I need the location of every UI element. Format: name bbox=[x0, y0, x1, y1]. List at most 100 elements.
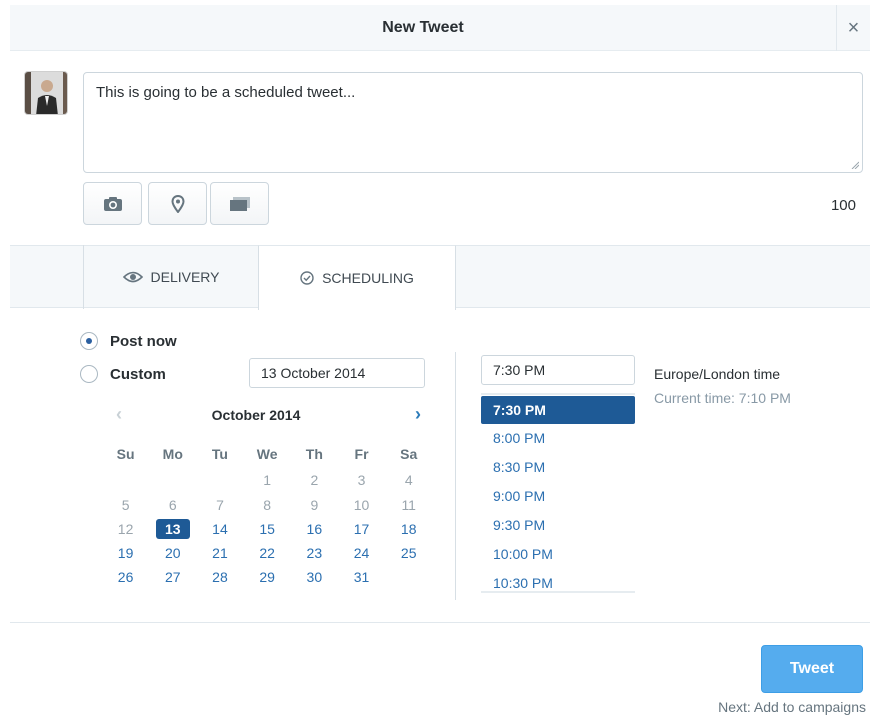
calendar-day[interactable]: 17 bbox=[338, 519, 385, 539]
calendar-day-number: 23 bbox=[306, 545, 323, 561]
custom-option[interactable]: Custom bbox=[80, 365, 166, 383]
previous-month-icon[interactable]: ‹ bbox=[116, 402, 122, 426]
calendar-week-row: 19 20 21 22 23 24 25 bbox=[102, 543, 432, 563]
calendar-day-number: 20 bbox=[164, 545, 181, 561]
calendar-day-number: 5 bbox=[121, 497, 130, 513]
calendar-day-number: 6 bbox=[168, 497, 177, 513]
calendar-day-number: 24 bbox=[353, 545, 370, 561]
calendar-day[interactable]: 15 bbox=[244, 519, 291, 539]
calendar-day-number: 28 bbox=[212, 569, 228, 585]
calendar-month-title: October 2014 bbox=[211, 407, 301, 423]
calendar-day[interactable]: 27 bbox=[149, 567, 196, 587]
calendar-day bbox=[102, 470, 149, 490]
dialog-title: New Tweet bbox=[382, 19, 464, 36]
post-now-radio[interactable] bbox=[80, 332, 98, 350]
post-now-option[interactable]: Post now bbox=[80, 332, 177, 350]
calendar-day[interactable]: 31 bbox=[338, 567, 385, 587]
calendar-day[interactable]: 16 bbox=[291, 519, 338, 539]
time-option[interactable]: 8:30 PM bbox=[481, 453, 635, 482]
custom-radio[interactable] bbox=[80, 365, 98, 383]
next-month-icon[interactable]: › bbox=[415, 402, 421, 426]
tweet-button[interactable]: Tweet bbox=[761, 645, 863, 693]
calendar-day: 5 bbox=[102, 495, 149, 515]
calendar-day: 6 bbox=[149, 495, 196, 515]
weekday-label: Tu bbox=[211, 446, 228, 462]
calendar-weekday-row: Su Mo Tu We Th Fr Sa bbox=[102, 444, 432, 464]
time-option[interactable]: 9:00 PM bbox=[481, 482, 635, 511]
calendar-day-number: 21 bbox=[212, 545, 228, 561]
character-count: 100 bbox=[830, 197, 856, 214]
add-location-button[interactable] bbox=[148, 182, 207, 225]
calendar-day-number: 15 bbox=[259, 521, 275, 537]
calendar-day[interactable]: 22 bbox=[244, 543, 291, 563]
location-pin-icon bbox=[170, 194, 185, 213]
calendar-day bbox=[385, 567, 432, 587]
calendar-day-number: 10 bbox=[353, 497, 370, 513]
calendar-day[interactable]: 29 bbox=[244, 567, 291, 587]
post-now-label: Post now bbox=[110, 332, 177, 350]
calendar-day-number: 30 bbox=[306, 569, 323, 585]
date-field[interactable]: 13 October 2014 bbox=[249, 358, 425, 388]
weekday-label: Th bbox=[305, 446, 323, 462]
footer-divider bbox=[10, 622, 870, 623]
clock-check-icon bbox=[300, 271, 314, 285]
time-option[interactable]: 8:00 PM bbox=[481, 424, 635, 453]
calendar-week-row: 26 27 28 29 30 31 bbox=[102, 567, 432, 587]
weekday-label: Su bbox=[116, 446, 135, 462]
calendar-day[interactable]: 26 bbox=[102, 567, 149, 587]
calendar-day-number: 22 bbox=[259, 545, 275, 561]
calendar-day-number: 26 bbox=[117, 569, 134, 585]
calendar-day[interactable]: 24 bbox=[338, 543, 385, 563]
weekday-label: Fr bbox=[354, 446, 369, 462]
calendar-day-number: 14 bbox=[212, 521, 228, 537]
tab-scheduling[interactable]: SCHEDULING bbox=[258, 245, 456, 310]
tab-delivery[interactable]: DELIVERY bbox=[83, 245, 259, 309]
calendar-day-number: 9 bbox=[310, 497, 319, 513]
tab-delivery-label: DELIVERY bbox=[150, 269, 220, 285]
calendar-week-row: 1 2 3 4 bbox=[102, 470, 432, 490]
close-icon[interactable]: × bbox=[836, 5, 870, 51]
custom-label: Custom bbox=[110, 365, 166, 383]
calendar-day-number: 3 bbox=[357, 472, 366, 488]
camera-icon bbox=[103, 196, 122, 211]
time-field[interactable]: 7:30 PM bbox=[481, 355, 635, 385]
cards-icon bbox=[229, 196, 250, 211]
calendar-day[interactable]: 23 bbox=[291, 543, 338, 563]
calendar-day-number: 11 bbox=[401, 497, 416, 513]
tweet-textarea[interactable]: This is going to be a scheduled tweet... bbox=[83, 72, 863, 173]
user-photo-icon bbox=[25, 72, 67, 114]
calendar-day-number: 18 bbox=[400, 521, 417, 537]
add-card-button[interactable] bbox=[210, 182, 269, 225]
tab-scheduling-label: SCHEDULING bbox=[322, 270, 414, 286]
calendar-day-number: 31 bbox=[353, 569, 370, 585]
calendar-day[interactable]: 20 bbox=[149, 543, 196, 563]
calendar-day[interactable]: 21 bbox=[196, 543, 243, 563]
time-option[interactable]: 10:30 PM bbox=[481, 569, 635, 591]
calendar-day-number: 17 bbox=[353, 521, 370, 537]
time-options-list[interactable]: 7:30 PM 8:00 PM 8:30 PM 9:00 PM 9:30 PM 10:00… bbox=[481, 393, 635, 593]
calendar-day: 9 bbox=[291, 495, 338, 515]
calendar-day-selected[interactable]: 13 bbox=[149, 519, 196, 539]
calendar-day-number: 4 bbox=[404, 472, 413, 488]
calendar-day[interactable]: 14 bbox=[196, 519, 243, 539]
calendar-day: 7 bbox=[196, 495, 243, 515]
time-option[interactable]: 10:00 PM bbox=[481, 540, 635, 569]
calendar-day[interactable]: 18 bbox=[385, 519, 432, 539]
eye-icon bbox=[122, 271, 143, 283]
calendar-day-number: 12 bbox=[117, 521, 134, 537]
calendar-day-number: 25 bbox=[400, 545, 417, 561]
time-option[interactable]: 9:30 PM bbox=[481, 511, 635, 540]
time-option-selected[interactable]: 7:30 PM bbox=[481, 396, 635, 424]
add-photo-button[interactable] bbox=[83, 182, 142, 225]
resize-grip-icon[interactable] bbox=[851, 161, 859, 169]
calendar-day[interactable]: 30 bbox=[291, 567, 338, 587]
calendar-day[interactable]: 25 bbox=[385, 543, 432, 563]
tabs-bar: DELIVERY SCHEDULING bbox=[10, 245, 870, 310]
calendar-day[interactable]: 28 bbox=[196, 567, 243, 587]
calendar-day: 12 bbox=[102, 519, 149, 539]
calendar-day-number: 16 bbox=[306, 521, 323, 537]
weekday-label: Sa bbox=[400, 446, 418, 462]
avatar bbox=[24, 71, 68, 115]
calendar-day-number: 8 bbox=[263, 497, 272, 513]
calendar-day[interactable]: 19 bbox=[102, 543, 149, 563]
